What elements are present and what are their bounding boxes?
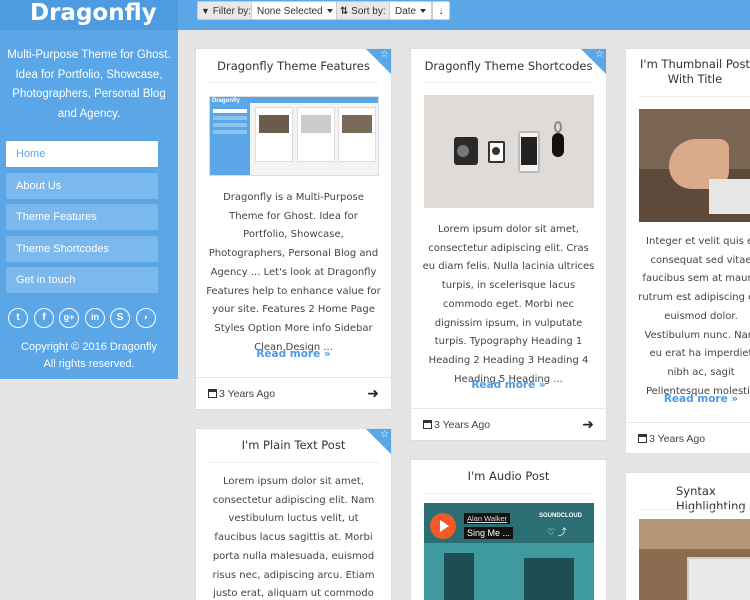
post-footer: 3 Years Ago ➜ <box>196 377 391 409</box>
play-icon <box>440 520 449 532</box>
post-card: ☆ Dragonfly Theme Shortcodes Lorem ipsum… <box>410 48 607 441</box>
post-date: 3 Years Ago <box>423 419 490 431</box>
read-more-link[interactable]: Read more » <box>196 348 391 360</box>
post-card: ☆ Dragonfly Theme Features Dragonfly Dra… <box>195 48 392 410</box>
post-title[interactable]: Dragonfly Theme Shortcodes <box>423 59 594 74</box>
post-thumbnail[interactable] <box>639 109 750 222</box>
post-thumbnail[interactable] <box>424 95 594 208</box>
twitter-icon[interactable]: t <box>8 308 28 328</box>
facebook-icon[interactable]: f <box>34 308 54 328</box>
post-card: I'm Thumbnail Post With Title Integer et… <box>625 48 750 454</box>
post-excerpt: Dragonfly is a Multi-Purpose Theme for G… <box>206 192 381 353</box>
google-plus-icon[interactable]: g+ <box>59 308 79 328</box>
read-more-link[interactable]: Read more » <box>638 393 750 405</box>
divider <box>638 96 750 97</box>
read-more-link[interactable]: Read more » <box>411 379 606 391</box>
sidebar-item-theme-shortcodes[interactable]: Theme Shortcodes <box>6 235 158 262</box>
sort-label: ⇅ Sort by: <box>336 1 391 20</box>
post-card: ☆ I'm Plain Text Post Lorem ipsum dolor … <box>195 428 392 600</box>
post-excerpt: Lorem ipsum dolor sit amet, consectetur … <box>422 224 595 385</box>
post-footer: 3 Years Ago <box>626 422 750 453</box>
sidebar-item-home[interactable]: Home <box>6 141 158 167</box>
arrow-right-icon[interactable]: ➜ <box>582 416 594 433</box>
calendar-icon <box>423 420 432 429</box>
rss-icon[interactable]: ◗ <box>136 308 156 328</box>
sort-icon: ⇅ <box>340 6 349 17</box>
sidebar-item-about-us[interactable]: About Us <box>6 172 158 199</box>
skype-icon[interactable]: S <box>110 308 130 328</box>
sidebar: Multi-Purpose Theme for Ghost. Idea for … <box>0 30 178 379</box>
post-excerpt: Lorem ipsum dolor sit amet, consectetur … <box>212 476 375 600</box>
calendar-icon <box>638 434 647 443</box>
sort-direction-button[interactable]: ↓ <box>432 1 450 20</box>
audio-player[interactable]: Alan Walker Sing Me ... SOUNDCLOUD ♡ ⤴ <box>424 503 594 600</box>
arrow-down-icon: ↓ <box>438 6 444 17</box>
sort-dropdown[interactable]: Date <box>389 1 433 20</box>
divider <box>423 493 594 494</box>
sidebar-item-get-in-touch[interactable]: Get in touch <box>6 267 158 294</box>
post-title[interactable]: I'm Audio Post <box>423 469 594 484</box>
post-excerpt: Integer et velit quis el consequat sed v… <box>638 236 750 397</box>
play-button[interactable] <box>430 513 456 539</box>
site-logo[interactable]: Dragonfly <box>0 0 178 30</box>
caret-down-icon <box>420 9 427 14</box>
sidebar-nav: Home About Us Theme Features Theme Short… <box>6 141 158 299</box>
post-thumbnail[interactable]: Dragonfly <box>209 96 379 176</box>
soundcloud-logo: SOUNDCLOUD <box>539 513 582 519</box>
star-icon: ☆ <box>380 49 389 60</box>
track-title[interactable]: Sing Me ... <box>464 527 514 539</box>
post-card: Syntax Highlighting <box>625 472 750 600</box>
copyright: Copyright © 2016 Dragonfly All rights re… <box>21 341 157 370</box>
calendar-icon <box>208 389 217 398</box>
track-artist[interactable]: Alan Walker <box>464 513 511 524</box>
sidebar-item-theme-features[interactable]: Theme Features <box>6 204 158 231</box>
filter-dropdown[interactable]: None Selected <box>251 1 339 20</box>
post-date: 3 Years Ago <box>208 388 275 400</box>
post-date: 3 Years Ago <box>638 433 705 445</box>
divider <box>638 509 750 510</box>
post-footer: 3 Years Ago ➜ <box>411 408 606 440</box>
social-links: t f g+ in S ◗ <box>8 308 168 330</box>
post-thumbnail[interactable] <box>639 519 750 600</box>
filter-icon: ▼ <box>201 6 210 16</box>
divider <box>208 462 379 463</box>
caret-down-icon <box>326 9 333 14</box>
arrow-right-icon[interactable]: ➜ <box>367 385 379 402</box>
star-icon: ☆ <box>380 429 389 440</box>
top-bar: Dragonfly ▼ Filter by: None Selected ⇅ S… <box>0 0 750 30</box>
filter-label: ▼ Filter by: <box>197 1 257 20</box>
share-icon[interactable]: ♡ ⤴ <box>547 525 567 538</box>
post-title[interactable]: Dragonfly Theme Features <box>208 59 379 74</box>
divider <box>423 82 594 83</box>
post-title[interactable]: I'm Thumbnail Post With Title <box>638 57 750 87</box>
divider <box>208 82 379 83</box>
linkedin-icon[interactable]: in <box>85 308 105 328</box>
post-card: I'm Audio Post Alan Walker Sing Me ... S… <box>410 459 607 600</box>
post-title[interactable]: I'm Plain Text Post <box>208 438 379 453</box>
star-icon: ☆ <box>595 49 604 60</box>
site-tagline: Multi-Purpose Theme for Ghost. Idea for … <box>7 49 171 120</box>
